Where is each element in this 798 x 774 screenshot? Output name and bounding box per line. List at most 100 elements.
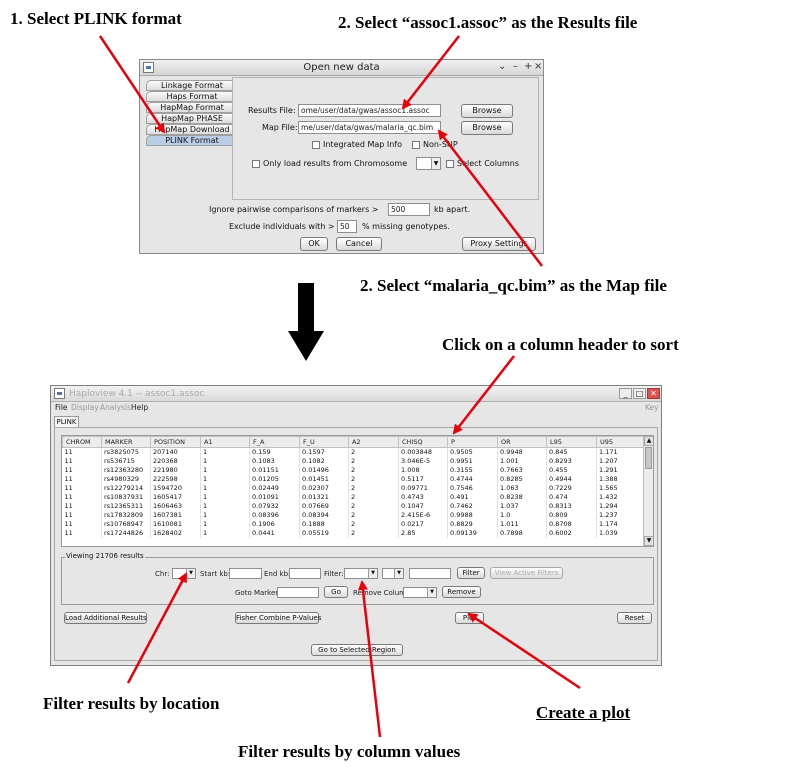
tab-linkage-format[interactable]: Linkage Format	[146, 80, 238, 91]
view-active-filters-button[interactable]: View Active Filters	[490, 567, 563, 579]
table-cell: 0.9951	[447, 456, 498, 466]
chromosome-select[interactable]: ▼	[416, 157, 441, 170]
table-cell: rs3825075	[101, 447, 151, 457]
table-cell: 11	[62, 510, 102, 520]
tab-plink[interactable]: PLINK	[54, 416, 79, 427]
column-header-a2[interactable]: A2	[348, 436, 399, 448]
column-header-p[interactable]: P	[447, 436, 498, 448]
chr-select[interactable]: ▼	[172, 568, 196, 579]
table-cell: 1	[200, 465, 250, 475]
column-header-f-a[interactable]: F_A	[249, 436, 300, 448]
column-header-u95[interactable]: U95	[596, 436, 646, 448]
table-row[interactable]: 11 rs12365311 1606463 1 0.07932 0.07669 2 0.104…	[62, 501, 646, 511]
reset-button[interactable]: Reset	[617, 612, 652, 624]
minimize-icon[interactable]: –	[513, 61, 518, 72]
annotation-filter-location: Filter results by location	[43, 694, 220, 713]
collapse-icon[interactable]: ⌄	[498, 61, 506, 72]
table-cell: rs10837931	[101, 492, 151, 502]
column-header-chrom[interactable]: CHROM	[62, 436, 102, 448]
map-browse-button[interactable]: Browse	[461, 121, 513, 135]
cancel-button[interactable]: Cancel	[336, 237, 382, 251]
tab-plink-format[interactable]: PLINK Format	[146, 135, 238, 146]
minimize-icon[interactable]: _	[619, 388, 632, 399]
column-header-f-u[interactable]: F_U	[299, 436, 349, 448]
remove-column-select[interactable]: ▼	[403, 587, 437, 598]
results-file-field[interactable]: ome/user/data/gwas/assoc1.assoc	[298, 104, 441, 117]
table-cell: rs4980329	[101, 474, 151, 484]
fisher-combine-button[interactable]: Fisher Combine P-Values	[235, 612, 321, 624]
menu-file[interactable]: File	[55, 403, 68, 412]
plot-button[interactable]: Plot	[455, 612, 484, 624]
results-browse-button[interactable]: Browse	[461, 104, 513, 118]
chevron-down-icon: ▼	[368, 569, 377, 578]
remove-button[interactable]: Remove	[442, 586, 481, 598]
table-row[interactable]: 11 rs3825075 207140 1 0.159 0.1597 2 0.003848 0.…	[62, 447, 646, 457]
menu-display[interactable]: Display	[71, 403, 99, 412]
only-chrom-checkbox[interactable]	[252, 160, 260, 168]
table-cell: 221980	[150, 465, 201, 475]
column-header-a1[interactable]: A1	[200, 436, 250, 448]
menu-analysis[interactable]: Analysis	[100, 403, 131, 412]
table-row[interactable]: 11 rs17244826 1628402 1 0.0441 0.05519 2 2.85 0.…	[62, 528, 646, 538]
load-additional-results-button[interactable]: Load Additional Results	[64, 612, 147, 624]
scroll-up-icon[interactable]: ▲	[644, 436, 653, 446]
table-scrollbar[interactable]: ▲ ▼	[643, 436, 653, 546]
column-header-chisq[interactable]: CHISQ	[398, 436, 448, 448]
table-cell: 0.809	[546, 510, 597, 520]
ignore-unit-label: kb apart.	[434, 205, 471, 214]
tab-hapmap-download[interactable]: HapMap Download	[146, 124, 238, 135]
go-button[interactable]: Go	[324, 586, 348, 598]
table-cell: 2	[348, 447, 399, 457]
tab-hapmap-phase[interactable]: HapMap PHASE	[146, 113, 238, 124]
close-icon[interactable]: ×	[534, 61, 542, 72]
table-cell: 11	[62, 483, 102, 493]
table-cell: 0.7546	[447, 483, 498, 493]
table-cell: 0.845	[546, 447, 597, 457]
table-row[interactable]: 11 rs10768947 1610081 1 0.1906 0.1888 2 0.0217 0…	[62, 519, 646, 529]
integrated-map-checkbox[interactable]	[312, 141, 320, 149]
table-row[interactable]: 11 rs4980329 222598 1 0.01205 0.01451 2 0.5117 0…	[62, 474, 646, 484]
non-snp-checkbox[interactable]	[412, 141, 420, 149]
table-cell: 1	[200, 492, 250, 502]
start-kb-input[interactable]	[229, 568, 262, 579]
end-kb-input[interactable]	[289, 568, 321, 579]
column-header-marker[interactable]: MARKER	[101, 436, 151, 448]
exclude-percent-field[interactable]: 50	[337, 220, 357, 233]
filter-column-select[interactable]: ▼	[344, 568, 378, 579]
table-cell: 0.8285	[497, 474, 547, 484]
menu-help[interactable]: Help	[131, 403, 148, 412]
maximize-icon[interactable]: □	[633, 388, 646, 399]
ok-button[interactable]: OK	[300, 237, 328, 251]
menu-key[interactable]: Key	[645, 403, 659, 412]
table-row[interactable]: 11 rs17832809 1607381 1 0.08396 0.08394 2 2.415…	[62, 510, 646, 520]
table-row[interactable]: 11 rs12363280 221980 1 0.01151 0.01496 2 1.008 0…	[62, 465, 646, 475]
table-cell: rs12279214	[101, 483, 151, 493]
table-row[interactable]: 11 rs10837931 1605417 1 0.01091 0.01321 2 0.474…	[62, 492, 646, 502]
goto-marker-input[interactable]	[277, 587, 319, 598]
proxy-settings-button[interactable]: Proxy Settings	[462, 237, 536, 251]
scroll-down-icon[interactable]: ▼	[644, 536, 653, 546]
table-cell: 2	[348, 528, 399, 538]
table-row[interactable]: 11 rs12279214 1594720 1 0.02449 0.02307 2 0.097…	[62, 483, 646, 493]
filter-value-input[interactable]	[409, 568, 451, 579]
table-cell: 1605417	[150, 492, 201, 502]
table-cell: 0.01205	[249, 474, 300, 484]
goto-selected-region-button[interactable]: Go to Selected Region	[311, 644, 403, 656]
tab-hapmap-format[interactable]: HapMap Format	[146, 102, 238, 113]
ignore-kb-field[interactable]: 500	[388, 203, 430, 216]
filter-operator-select[interactable]: ▼	[382, 568, 404, 579]
scroll-thumb[interactable]	[645, 447, 652, 469]
maximize-icon[interactable]: +	[524, 61, 532, 72]
close-icon[interactable]: ✕	[647, 388, 660, 399]
table-cell: 1.063	[497, 483, 547, 493]
table-row[interactable]: 11 rs536715 220368 1 0.1083 0.1082 2 3.046E-5 0.…	[62, 456, 646, 466]
select-columns-checkbox[interactable]	[446, 160, 454, 168]
tab-haps-format[interactable]: Haps Format	[146, 91, 238, 102]
column-header-position[interactable]: POSITION	[150, 436, 201, 448]
table-cell: 0.4944	[546, 474, 597, 484]
map-file-field[interactable]: me/user/data/gwas/malaria_qc.bim	[298, 121, 441, 134]
column-header-or[interactable]: OR	[497, 436, 547, 448]
column-header-l95[interactable]: L95	[546, 436, 597, 448]
filter-button[interactable]: Filter	[457, 567, 485, 579]
table-cell: 0.1906	[249, 519, 300, 529]
